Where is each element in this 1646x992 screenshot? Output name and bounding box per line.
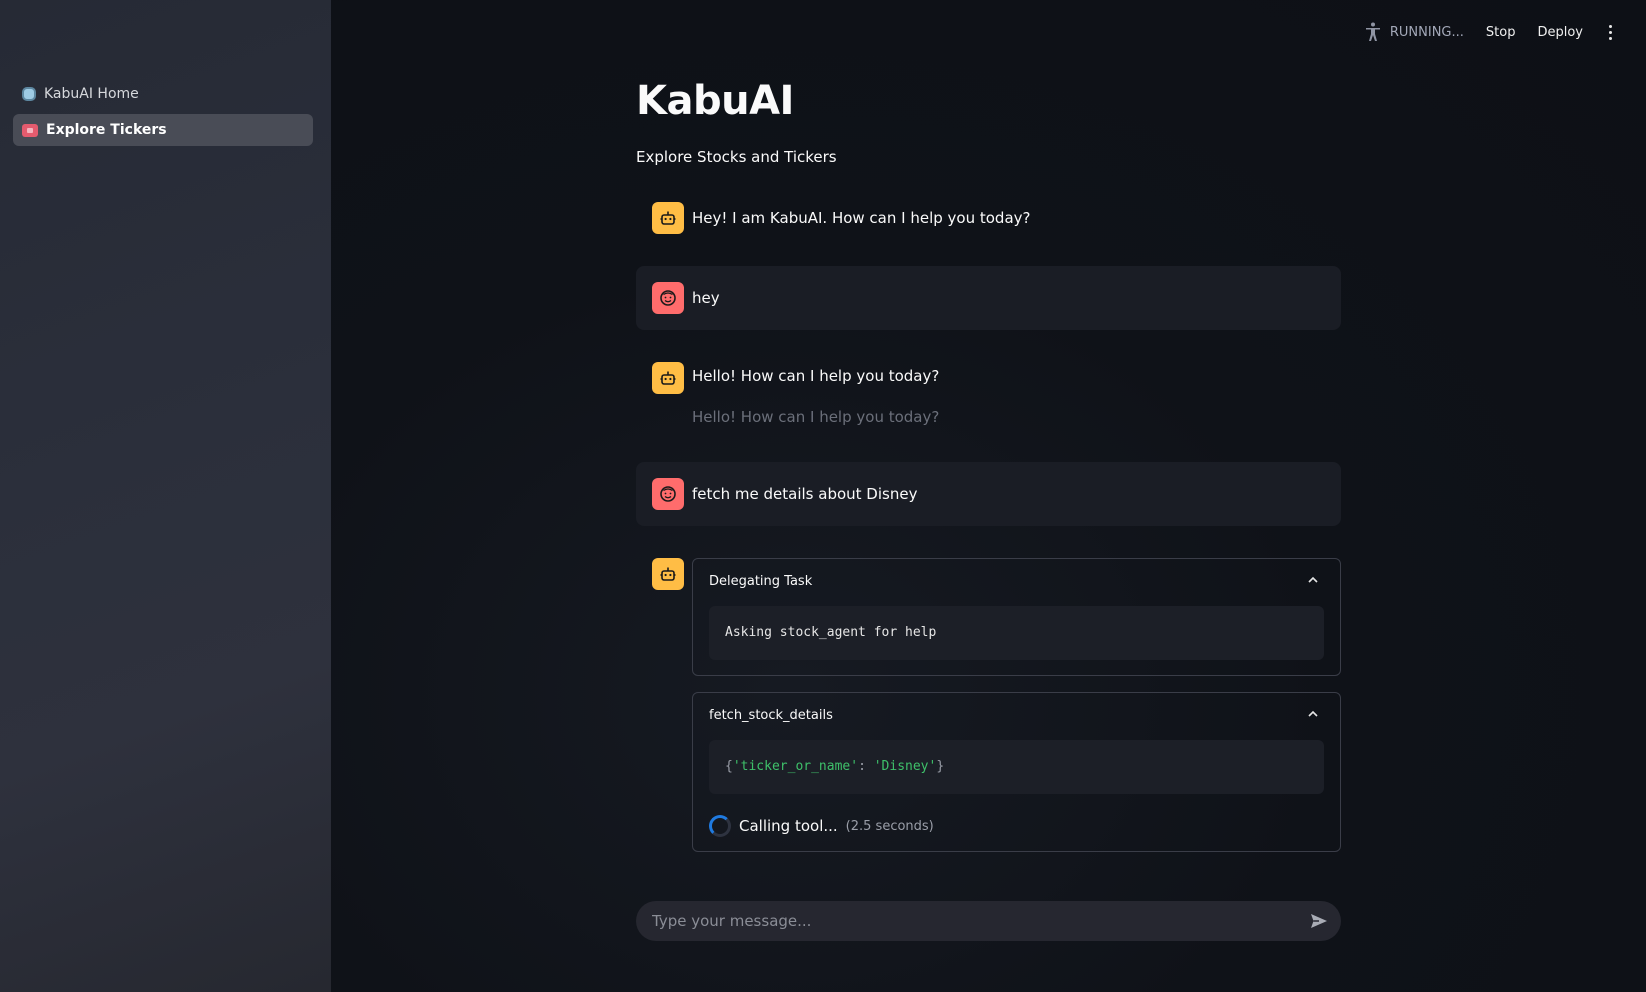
- message-text: fetch me details about Disney: [692, 485, 918, 503]
- code-block: {'ticker_or_name': 'Disney'}: [709, 740, 1324, 794]
- page-title: KabuAI: [636, 78, 794, 124]
- code-brace-close: }: [936, 759, 945, 774]
- bot-avatar-icon: [652, 202, 684, 234]
- message-text: Hey! I am KabuAI. How can I help you tod…: [692, 209, 1031, 227]
- send-icon[interactable]: [1309, 911, 1329, 931]
- expander-header[interactable]: Delegating Task: [709, 574, 812, 589]
- user-avatar-icon: [652, 478, 684, 510]
- status-label: RUNNING...: [1389, 24, 1464, 40]
- page-subtitle: Explore Stocks and Tickers: [636, 148, 837, 166]
- stop-button[interactable]: Stop: [1486, 25, 1516, 40]
- chat-message-user: fetch me details about Disney: [636, 462, 1341, 526]
- sidebar-item-label: Explore Tickers: [46, 122, 167, 138]
- expander-header[interactable]: fetch_stock_details: [709, 708, 833, 723]
- spinner-icon: [709, 815, 731, 837]
- bot-avatar-icon: [652, 558, 684, 590]
- tool-status: Calling tool... (2.5 seconds): [709, 815, 934, 837]
- chat-input[interactable]: [652, 901, 1282, 941]
- message-text: hey: [692, 289, 720, 307]
- chat-message-user: hey: [636, 266, 1341, 330]
- code-block: Asking stock_agent for help: [709, 606, 1324, 660]
- chevron-up-icon[interactable]: [1306, 573, 1320, 587]
- main-menu-icon[interactable]: [1605, 24, 1616, 40]
- code-value: 'Disney': [873, 759, 937, 774]
- chevron-up-icon[interactable]: [1306, 707, 1320, 721]
- sidebar-item-explore-tickers[interactable]: Explore Tickers: [13, 114, 313, 146]
- sidebar-nav: KabuAI Home Explore Tickers: [13, 78, 313, 150]
- top-toolbar: RUNNING... Stop Deploy: [1364, 22, 1616, 42]
- code-brace-open: {: [725, 759, 733, 774]
- fetch-stock-details-expander[interactable]: fetch_stock_details {'ticker_or_name': '…: [692, 692, 1341, 852]
- chat-message-assistant: Hello! How can I help you today? Hello! …: [636, 358, 1341, 434]
- running-man-icon: [1365, 22, 1380, 41]
- bot-avatar-icon: [652, 362, 684, 394]
- code-separator: :: [858, 759, 874, 774]
- robot-icon: [22, 87, 36, 101]
- code-text: Asking stock_agent for help: [725, 625, 937, 640]
- status-text: Calling tool...: [739, 817, 838, 835]
- user-avatar-icon: [652, 282, 684, 314]
- deploy-button[interactable]: Deploy: [1537, 25, 1583, 40]
- sidebar-item-kabuai-home[interactable]: KabuAI Home: [13, 78, 313, 110]
- chat-message-assistant: Hey! I am KabuAI. How can I help you tod…: [636, 198, 1341, 238]
- chat-message-assistant-tools: Delegating Task Asking stock_agent for h…: [636, 558, 1341, 854]
- delegating-task-expander[interactable]: Delegating Task Asking stock_agent for h…: [692, 558, 1341, 676]
- sidebar: KabuAI Home Explore Tickers: [0, 0, 331, 992]
- main-area: RUNNING... Stop Deploy KabuAI Explore St…: [331, 0, 1646, 992]
- sidebar-item-label: KabuAI Home: [44, 86, 139, 102]
- code-key: 'ticker_or_name': [732, 759, 859, 774]
- message-echo-text: Hello! How can I help you today?: [692, 408, 940, 426]
- elapsed-time: (2.5 seconds): [845, 818, 934, 834]
- chat-input-container: [636, 901, 1341, 941]
- ticket-icon: [22, 123, 38, 137]
- message-text: Hello! How can I help you today?: [692, 367, 940, 385]
- running-status: RUNNING...: [1364, 22, 1464, 42]
